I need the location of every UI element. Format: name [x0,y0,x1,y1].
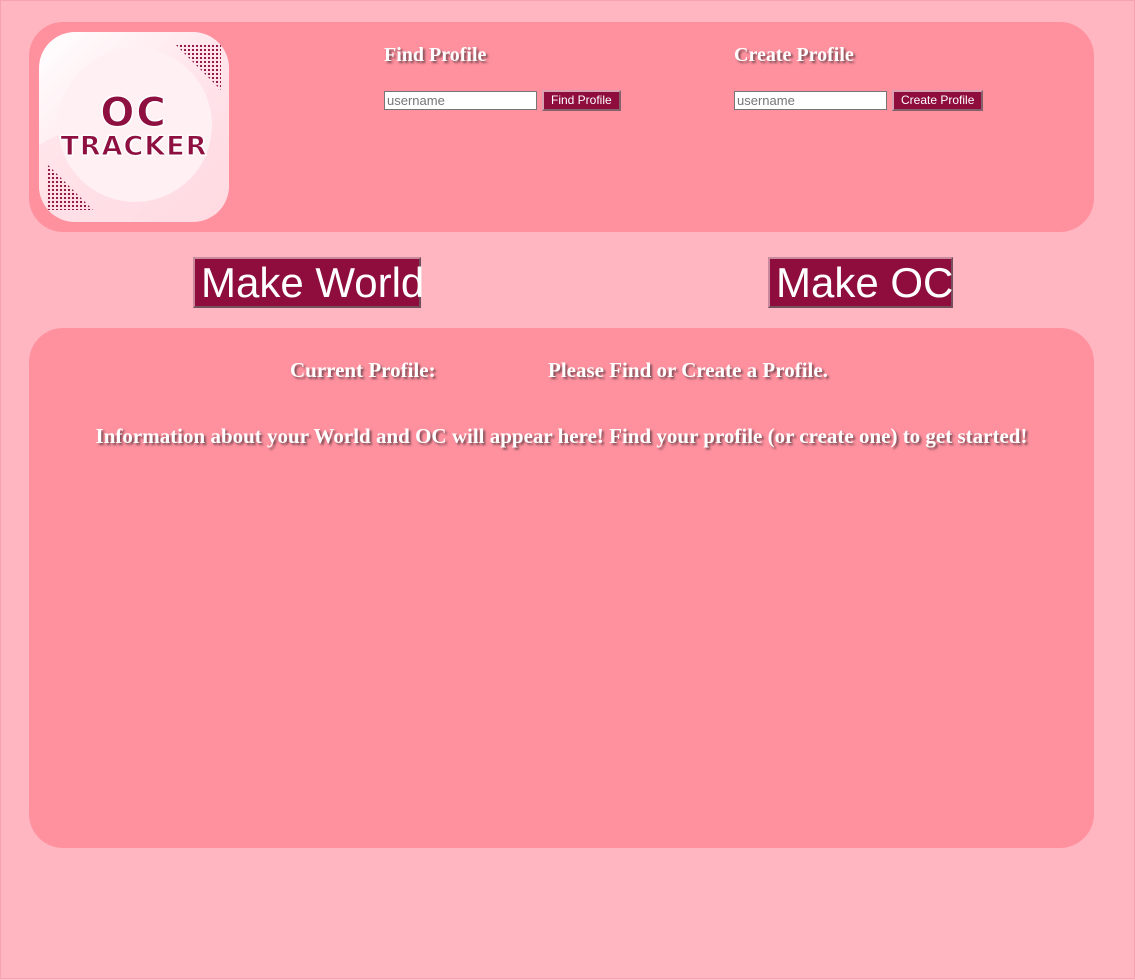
oc-tracker-logo: OC TRACKER [39,32,229,222]
create-profile-section: Create Profile Create Profile [734,42,984,111]
logo-text-tracker: TRACKER [60,131,208,163]
info-message: Information about your World and OC will… [95,424,1028,448]
find-profile-section: Find Profile Find Profile [384,42,621,111]
make-oc-button[interactable]: Make OC [768,257,953,308]
header-panel: OC TRACKER Find Profile Find Profile Cre… [29,22,1094,232]
find-username-input[interactable] [384,91,537,110]
find-profile-title: Find Profile [384,44,487,66]
logo-text-oc: OC [100,90,168,137]
profile-info-panel: Current Profile: Please Find or Create a… [29,328,1094,848]
create-username-input[interactable] [734,91,887,110]
find-profile-form: Find Profile [384,90,621,111]
create-profile-form: Create Profile [734,90,984,111]
current-profile-value: Please Find or Create a Profile. [548,358,828,382]
create-profile-title: Create Profile [734,44,854,66]
current-profile-label: Current Profile: [290,358,436,382]
make-world-button[interactable]: Make World [193,257,424,308]
create-profile-button[interactable]: Create Profile [892,90,984,111]
find-profile-button[interactable]: Find Profile [542,90,621,111]
